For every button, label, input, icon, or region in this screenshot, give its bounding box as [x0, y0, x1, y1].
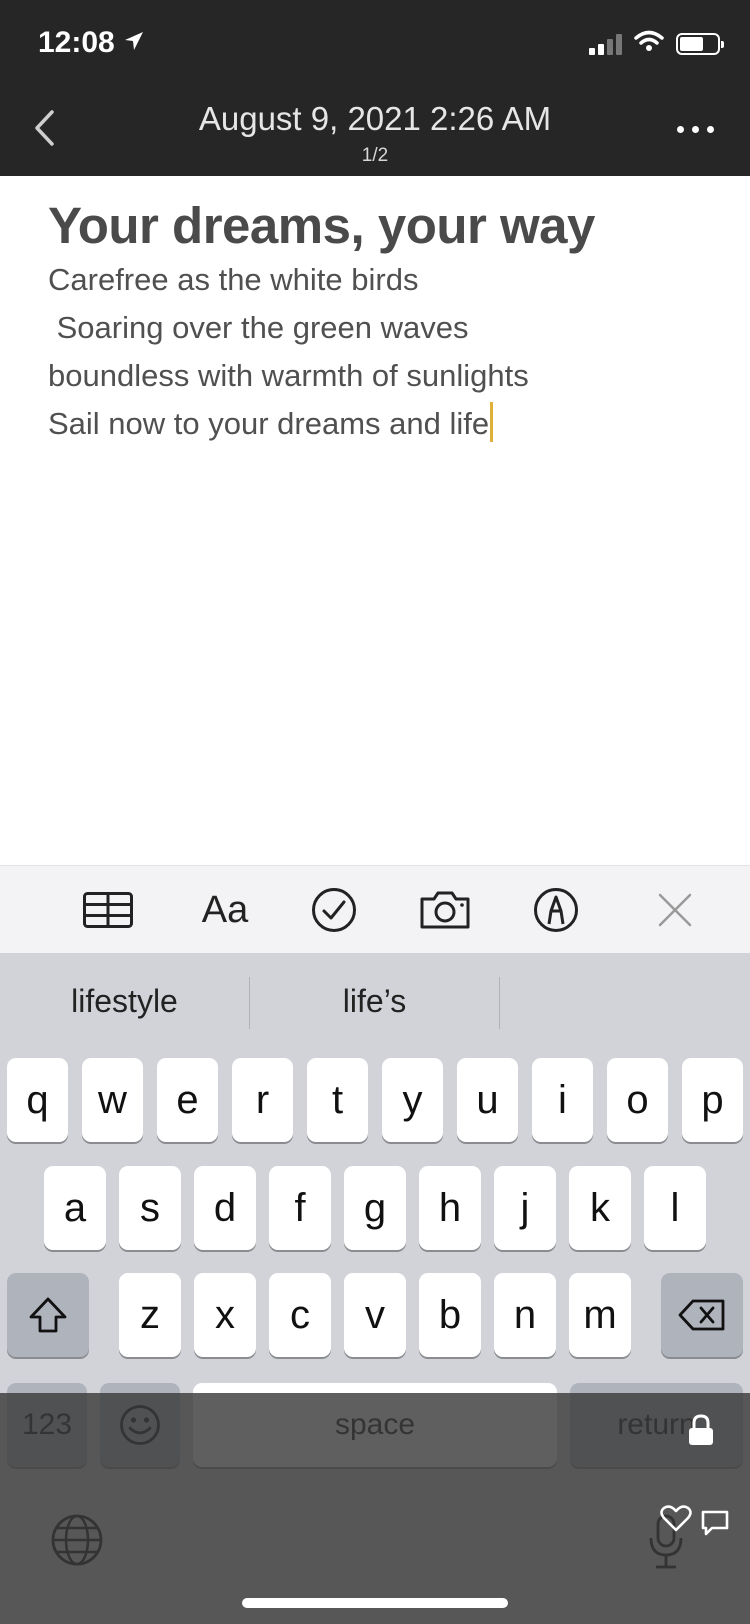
key-a[interactable]: a	[44, 1166, 106, 1250]
key-r[interactable]: r	[232, 1058, 293, 1142]
heart-icon	[660, 1505, 692, 1538]
ellipsis-dot	[707, 126, 714, 133]
key-y[interactable]: y	[382, 1058, 443, 1142]
ellipsis-dot	[692, 126, 699, 133]
key-j[interactable]: j	[494, 1166, 556, 1250]
note-editor[interactable]: Your dreams, your way Carefree as the wh…	[48, 196, 728, 448]
markup-pen-icon	[534, 888, 578, 932]
page-indicator: 1/2	[361, 145, 389, 166]
home-indicator[interactable]	[242, 1598, 508, 1608]
checklist-button[interactable]	[310, 884, 358, 936]
bottom-overlay	[0, 1393, 750, 1624]
key-q[interactable]: q	[7, 1058, 68, 1142]
key-o[interactable]: o	[607, 1058, 668, 1142]
key-p[interactable]: p	[682, 1058, 743, 1142]
note-line[interactable]: boundless with warmth of sunlights	[48, 352, 728, 400]
suggestion-divider	[499, 977, 500, 1029]
key-x[interactable]: x	[194, 1273, 256, 1357]
key-g[interactable]: g	[344, 1166, 406, 1250]
ellipsis-dot	[677, 126, 684, 133]
key-k[interactable]: k	[569, 1166, 631, 1250]
note-line-text[interactable]: Sail now to your dreams and life	[48, 406, 489, 441]
table-button[interactable]	[82, 884, 134, 936]
note-line-last[interactable]: Sail now to your dreams and life	[48, 400, 728, 448]
note-line[interactable]: Carefree as the white birds	[48, 256, 728, 304]
lock-icon	[686, 1413, 716, 1452]
more-button[interactable]	[677, 126, 714, 133]
delete-key[interactable]	[661, 1273, 743, 1357]
key-z[interactable]: z	[119, 1273, 181, 1357]
camera-icon	[420, 891, 470, 929]
status-time: 12:08	[38, 26, 145, 60]
key-f[interactable]: f	[269, 1166, 331, 1250]
cellular-signal-icon	[589, 33, 622, 55]
globe-icon	[51, 1514, 103, 1566]
top-bar: 12:08 August 9, 2021 2:26 AM 1/2	[0, 0, 750, 176]
note-title[interactable]: Your dreams, your way	[48, 196, 728, 256]
suggestion-item[interactable]: lifestyle	[0, 983, 249, 1020]
format-toolbar: Aa	[0, 865, 750, 953]
key-e[interactable]: e	[157, 1058, 218, 1142]
camera-button[interactable]	[418, 884, 472, 936]
wifi-icon	[634, 30, 664, 57]
shift-icon	[29, 1297, 67, 1333]
key-n[interactable]: n	[494, 1273, 556, 1357]
suggestion-bar: lifestyle life’s	[0, 953, 750, 1053]
text-caret	[490, 402, 494, 442]
markup-button[interactable]	[533, 884, 579, 936]
key-v[interactable]: v	[344, 1273, 406, 1357]
close-toolbar-button[interactable]	[655, 884, 695, 936]
note-date-title: August 9, 2021 2:26 AM	[198, 100, 552, 137]
key-c[interactable]: c	[269, 1273, 331, 1357]
status-time-label: 12:08	[38, 26, 115, 59]
status-icons	[589, 30, 724, 57]
location-arrow-icon	[123, 26, 145, 60]
suggestion-item[interactable]: life’s	[250, 983, 499, 1020]
delete-backspace-icon	[678, 1299, 725, 1331]
key-m[interactable]: m	[569, 1273, 631, 1357]
shift-key[interactable]	[7, 1273, 89, 1357]
keyboard: lifestyle life’s q w e r t y u i o p a s…	[0, 953, 750, 1624]
key-t[interactable]: t	[307, 1058, 368, 1142]
key-u[interactable]: u	[457, 1058, 518, 1142]
battery-icon	[676, 32, 724, 55]
key-d[interactable]: d	[194, 1166, 256, 1250]
key-h[interactable]: h	[419, 1166, 481, 1250]
key-i[interactable]: i	[532, 1058, 593, 1142]
close-icon	[658, 893, 692, 927]
format-button[interactable]: Aa	[195, 884, 255, 936]
globe-button[interactable]	[50, 1513, 104, 1572]
checkmark-circle-icon	[312, 888, 356, 932]
table-icon	[83, 892, 133, 928]
key-w[interactable]: w	[82, 1058, 143, 1142]
chat-bubble-icon	[700, 1509, 730, 1542]
note-line[interactable]: Soaring over the green waves	[48, 304, 728, 352]
key-s[interactable]: s	[119, 1166, 181, 1250]
key-l[interactable]: l	[644, 1166, 706, 1250]
key-b[interactable]: b	[419, 1273, 481, 1357]
